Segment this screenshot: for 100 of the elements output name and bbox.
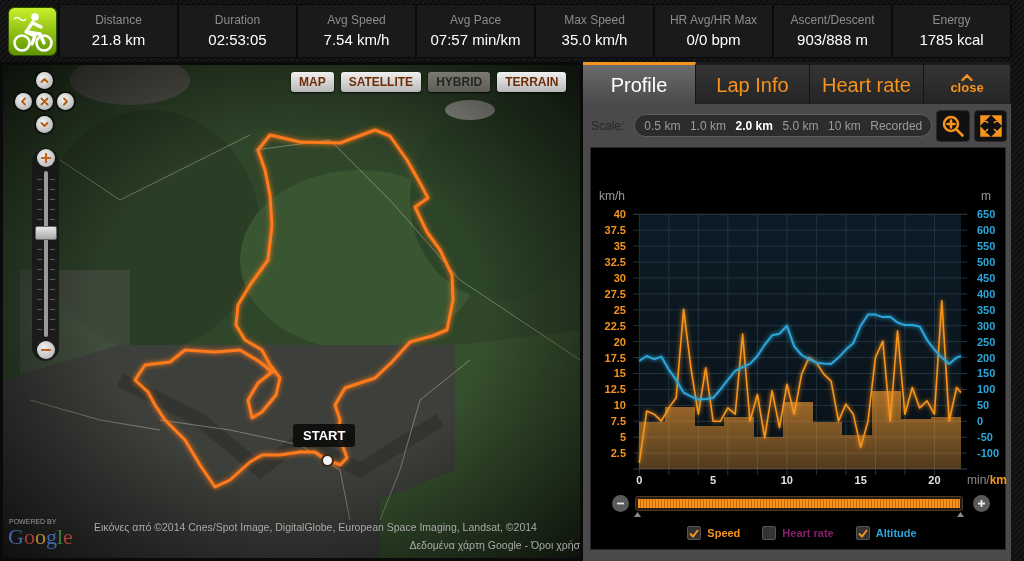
stat-label: Avg Speed xyxy=(327,13,386,27)
stat-value: 1785 kcal xyxy=(919,31,984,49)
stat-label: Max Speed xyxy=(564,13,625,27)
scale-option[interactable]: 5.0 km xyxy=(782,116,819,135)
close-button[interactable]: close xyxy=(924,62,1011,104)
axis-tick-label: 450 xyxy=(977,272,996,284)
axis-tick-label: 100 xyxy=(977,383,996,396)
axis-tick-label: 17.5 xyxy=(604,351,626,364)
axis-tick-label: 20 xyxy=(613,335,626,348)
axis-tick-label: -100 xyxy=(977,447,1000,460)
checkbox[interactable] xyxy=(855,526,870,540)
unit-separator: / xyxy=(986,473,990,487)
stat-value: 02:53:05 xyxy=(208,31,267,49)
axis-tick-label: 0 xyxy=(977,415,984,428)
tab[interactable]: Lap Info xyxy=(696,62,810,104)
axis-tick-label: 2.5 xyxy=(610,447,626,460)
zoom-out-button[interactable] xyxy=(612,494,629,512)
map-type-button[interactable]: TERRAIN xyxy=(497,72,567,92)
chevron-down-icon xyxy=(40,120,49,129)
axis-tick-label: 30 xyxy=(613,272,626,284)
zoom-button[interactable] xyxy=(936,109,970,142)
start-label: START xyxy=(293,424,356,447)
zoom-in-button[interactable] xyxy=(36,149,55,167)
axis-tick-label: 50 xyxy=(977,399,990,412)
axis-tick-label: 250 xyxy=(977,335,996,348)
fullscreen-icon xyxy=(979,114,1002,137)
google-logo: Google xyxy=(8,525,73,549)
stat-value: 35.0 km/h xyxy=(561,31,628,49)
chevron-right-icon xyxy=(61,97,70,106)
axis-tick-label: 500 xyxy=(977,256,996,269)
legend-label: Heart rate xyxy=(782,525,834,541)
axis-tick-label: 15 xyxy=(854,474,867,486)
tab[interactable]: Heart rate xyxy=(810,62,924,104)
cross-icon xyxy=(40,97,49,106)
axis-tick-label: 27.5 xyxy=(604,287,626,300)
axis-tick-label: 32.5 xyxy=(604,256,626,269)
axis-tick-label: 40 xyxy=(613,208,626,221)
fullscreen-button[interactable] xyxy=(974,109,1007,142)
tab[interactable]: Profile xyxy=(583,62,696,104)
axis-tick-label: 550 xyxy=(977,240,996,253)
scale-option[interactable]: 10 km xyxy=(828,116,861,135)
axis-tick-label: 10 xyxy=(613,399,626,412)
axis-tick-label: 0 xyxy=(636,474,643,486)
plus-icon xyxy=(977,498,986,508)
unit-option[interactable]: min xyxy=(967,473,987,487)
location-marker-icon xyxy=(321,454,334,467)
checkmark-icon xyxy=(857,528,868,538)
axis-tick-label: 25 xyxy=(613,303,626,316)
axis-tick-label: 400 xyxy=(977,287,996,300)
axis-tick-label: 300 xyxy=(977,319,996,332)
stat-label: Energy xyxy=(932,13,971,27)
axis-tick-label: 10 xyxy=(780,474,793,486)
axis-tick-label: 200 xyxy=(977,351,996,364)
axis-tick-label: 5 xyxy=(710,474,717,486)
axis-tick-label: -50 xyxy=(977,431,993,444)
scale-option[interactable]: 2.0 km xyxy=(735,116,773,135)
scale-option[interactable]: 0.5 km xyxy=(644,116,681,135)
axis-tick-label: 650 xyxy=(977,208,996,221)
zoom-in-button[interactable] xyxy=(973,494,990,512)
stat-label: Ascent/Descent xyxy=(790,13,875,27)
stat-value: 7.54 km/h xyxy=(323,31,390,49)
axis-tick-label: 20 xyxy=(928,474,941,486)
stat-label: Avg Pace xyxy=(449,13,502,27)
attribution-text: Δεδομένα χάρτη Google - Όροι χρήσ xyxy=(409,539,580,552)
axis-tick-label: 350 xyxy=(977,303,996,316)
checkmark-icon xyxy=(689,528,700,538)
map-type-button[interactable]: MAP xyxy=(291,72,334,92)
axis-unit-label: m xyxy=(981,189,991,203)
axis-unit-label: km/h xyxy=(599,189,625,203)
scale-option[interactable]: Recorded xyxy=(870,116,923,135)
speed-bar xyxy=(716,426,725,469)
zoom-slider-thumb[interactable] xyxy=(34,226,57,241)
zoom-in-icon xyxy=(942,114,964,137)
axis-tick-label: 37.5 xyxy=(604,224,626,237)
legend-label: Altitude xyxy=(875,525,917,541)
cyclist-icon xyxy=(8,6,57,56)
stat-value: 0/0 bpm xyxy=(686,31,741,49)
zoom-out-button[interactable] xyxy=(36,341,55,359)
stat-value: 903/888 m xyxy=(797,31,868,49)
axis-tick-label: 150 xyxy=(977,367,996,380)
stat-label: HR Avg/HR Max xyxy=(669,13,758,27)
speed-bar xyxy=(834,421,843,469)
stat-label: Distance xyxy=(95,13,142,27)
stat-label: Duration xyxy=(214,13,261,27)
scale-option[interactable]: 1.0 km xyxy=(689,116,726,135)
legend-label: Speed xyxy=(707,525,741,541)
chevron-up-icon xyxy=(40,76,49,85)
axis-tick-label: 12.5 xyxy=(604,383,626,396)
checkbox[interactable] xyxy=(687,526,702,540)
axis-tick-label: 5 xyxy=(619,431,626,444)
stat-value: 07:57 min/km xyxy=(430,31,521,49)
axis-tick-label: 600 xyxy=(977,224,996,237)
chevron-up-icon xyxy=(961,74,973,81)
chevron-left-icon xyxy=(19,97,28,106)
attribution-text: Εικόνες από ©2014 Cnes/Spot Image, DigitalGlobe, European Space Imaging, Landsat, ©2014 xyxy=(94,521,537,534)
axis-tick-label: 35 xyxy=(613,240,626,253)
map-type-button[interactable]: SATELLITE xyxy=(340,72,422,92)
axis-tick-label: 15 xyxy=(613,367,626,380)
unit-option[interactable]: km xyxy=(989,473,1007,487)
checkbox[interactable] xyxy=(762,526,777,540)
